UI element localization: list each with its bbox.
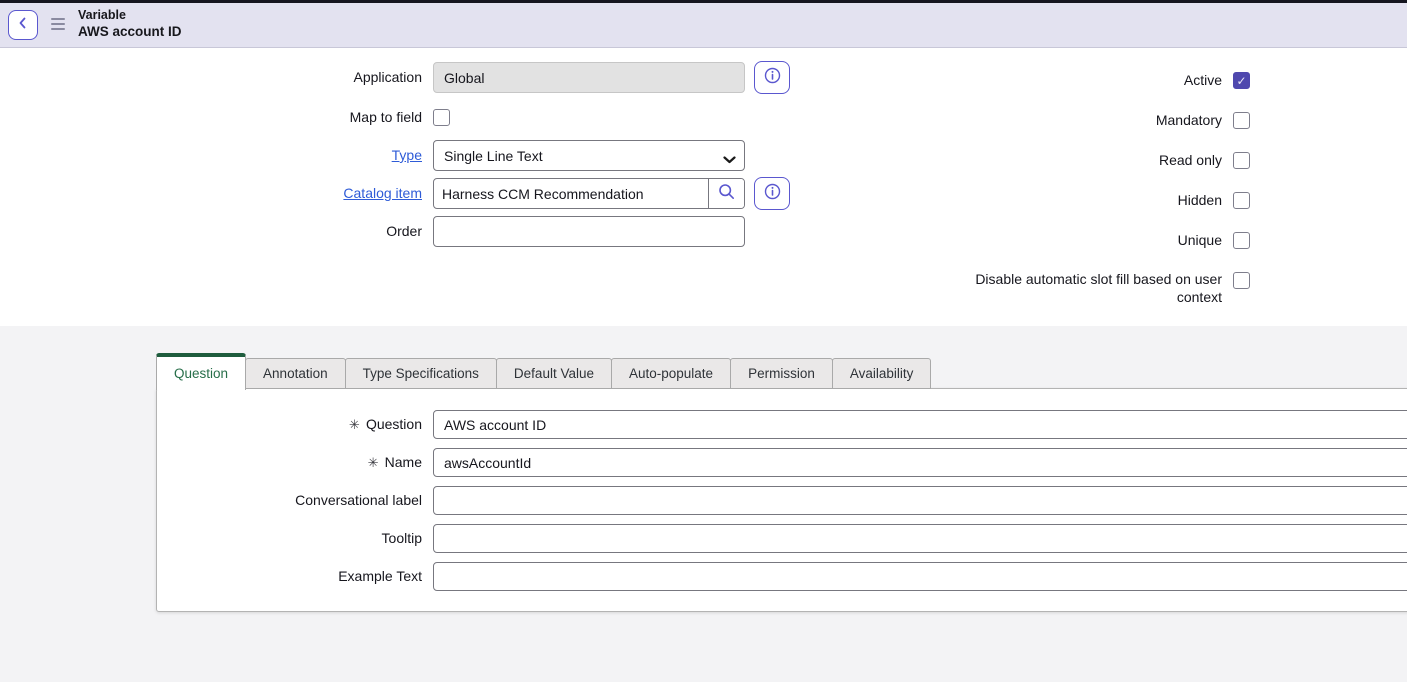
example-text-label: Example Text	[0, 562, 422, 591]
mandatory-checkbox[interactable]	[1233, 112, 1250, 129]
tab-annotation[interactable]: Annotation	[245, 358, 346, 389]
active-checkbox[interactable]: ✓	[1233, 72, 1250, 89]
active-label: Active	[822, 72, 1222, 89]
read-only-label: Read only	[822, 152, 1222, 169]
type-label: Type	[0, 140, 422, 171]
hidden-label: Hidden	[822, 192, 1222, 209]
order-field[interactable]	[433, 216, 745, 247]
hidden-checkbox[interactable]	[1233, 192, 1250, 209]
catalog-item-label-link[interactable]: Catalog item	[343, 185, 422, 201]
catalog-item-info-button[interactable]	[754, 177, 790, 210]
info-icon	[764, 67, 781, 89]
example-text-field[interactable]	[433, 562, 1407, 591]
application-field[interactable]	[433, 62, 745, 93]
conversational-label-label: Conversational label	[0, 486, 422, 515]
tooltip-label: Tooltip	[0, 524, 422, 553]
tooltip-field[interactable]	[433, 524, 1407, 553]
type-select[interactable]: Single Line Text	[433, 140, 745, 171]
question-field-label: ✳Question	[0, 410, 422, 439]
record-name-subtitle: AWS account ID	[78, 23, 182, 40]
info-icon	[764, 183, 781, 205]
disable-slot-fill-label: Disable automatic slot fill based on use…	[962, 270, 1222, 306]
name-field-label: ✳Name	[0, 448, 422, 477]
catalog-item-reference	[433, 178, 745, 209]
header-bar: Variable AWS account ID	[0, 3, 1407, 48]
mandatory-label: Mandatory	[822, 112, 1222, 129]
map-to-field-checkbox[interactable]	[433, 109, 450, 126]
variable-record-page: Variable AWS account ID Application Map …	[0, 0, 1407, 682]
catalog-item-label: Catalog item	[0, 178, 422, 209]
tab-default-value[interactable]: Default Value	[496, 358, 612, 389]
record-type-title: Variable	[78, 7, 182, 23]
tab-question[interactable]: Question	[156, 353, 246, 390]
unique-checkbox[interactable]	[1233, 232, 1250, 249]
tab-type-specifications[interactable]: Type Specifications	[345, 358, 497, 389]
tab-availability[interactable]: Availability	[832, 358, 932, 389]
tab-bar: Question Annotation Type Specifications …	[156, 352, 931, 389]
header-titles: Variable AWS account ID	[78, 7, 182, 40]
mandatory-asterisk-icon: ✳	[349, 417, 360, 432]
tab-auto-populate[interactable]: Auto-populate	[611, 358, 731, 389]
conversational-label-field[interactable]	[433, 486, 1407, 515]
read-only-checkbox[interactable]	[1233, 152, 1250, 169]
hamburger-menu-icon[interactable]	[51, 18, 65, 30]
check-icon: ✓	[1236, 75, 1246, 87]
mandatory-asterisk-icon: ✳	[368, 455, 379, 470]
chevron-left-icon	[17, 16, 29, 34]
application-label: Application	[0, 62, 422, 93]
map-to-field-label: Map to field	[0, 109, 422, 126]
back-button[interactable]	[8, 10, 38, 40]
type-select-wrap: Single Line Text	[433, 140, 745, 171]
application-info-button[interactable]	[754, 61, 790, 94]
disable-slot-fill-checkbox[interactable]	[1233, 272, 1250, 289]
question-field[interactable]	[433, 410, 1407, 439]
type-label-link[interactable]: Type	[392, 147, 422, 163]
unique-label: Unique	[822, 232, 1222, 249]
order-label: Order	[0, 216, 422, 247]
tab-permission[interactable]: Permission	[730, 358, 833, 389]
catalog-item-lookup-button[interactable]	[708, 179, 744, 208]
catalog-item-field[interactable]	[434, 179, 708, 208]
search-icon	[718, 183, 735, 205]
name-field[interactable]	[433, 448, 1407, 477]
